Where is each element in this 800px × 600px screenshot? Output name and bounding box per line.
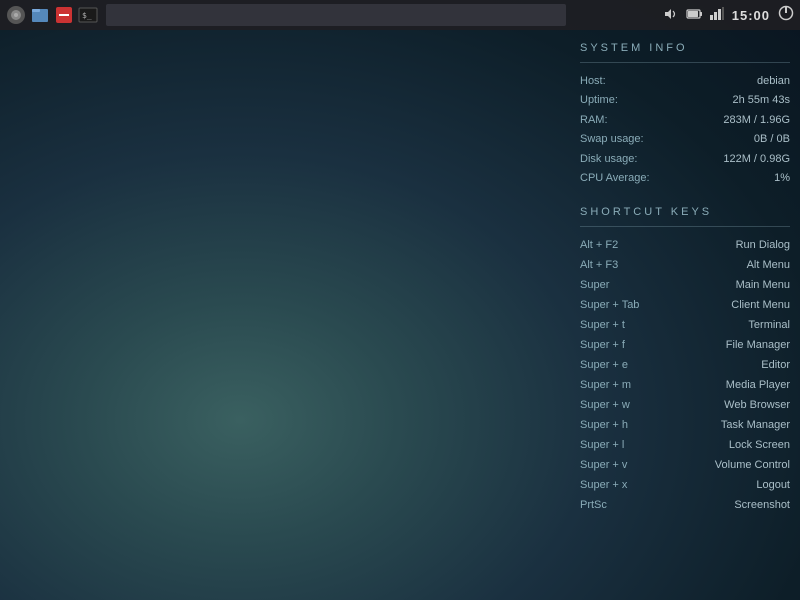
files-icon[interactable] (30, 5, 50, 25)
taskbar-left: $_ (6, 5, 98, 25)
shortcut-key: Super + l (580, 435, 673, 455)
shortcut-row: Alt + F3Alt Menu (580, 255, 790, 275)
shortcut-row: Super + hTask Manager (580, 415, 790, 435)
sysinfo-row: RAM:283M / 1.96G (580, 110, 790, 130)
volume-icon[interactable] (664, 7, 678, 24)
shortcut-action: Terminal (673, 315, 790, 335)
sysinfo-label: Disk usage: (580, 149, 687, 169)
sysinfo-row: Swap usage:0B / 0B (580, 130, 790, 150)
shortcut-action: Logout (673, 476, 790, 496)
sysinfo-title: SYSTEM INFO (580, 42, 790, 54)
app-icon[interactable] (54, 5, 74, 25)
shortcut-action: Web Browser (673, 395, 790, 415)
clock[interactable]: 15:00 (732, 8, 770, 23)
sysinfo-value: 1% (687, 169, 790, 189)
network-icon[interactable] (710, 7, 724, 24)
sysinfo-row: CPU Average:1% (580, 169, 790, 189)
shortcut-key: Super + f (580, 335, 673, 355)
power-button[interactable] (778, 5, 794, 26)
shortcut-row: Super + wWeb Browser (580, 395, 790, 415)
shortcut-action: Volume Control (673, 456, 790, 476)
shortcut-row: Super + vVolume Control (580, 456, 790, 476)
shortcut-key: Super + w (580, 395, 673, 415)
shortcut-key: Alt + F2 (580, 235, 673, 255)
shortcut-action: Screenshot (673, 496, 790, 516)
shortcut-action: Main Menu (673, 275, 790, 295)
sysinfo-value: debian (687, 71, 790, 91)
shortcut-row: Super + mMedia Player (580, 375, 790, 395)
shortcut-key: Super + h (580, 415, 673, 435)
svg-text:$_: $_ (82, 11, 92, 20)
shortcut-row: PrtScScreenshot (580, 496, 790, 516)
shortcut-row: Super + lLock Screen (580, 435, 790, 455)
shortcut-action: Task Manager (673, 415, 790, 435)
shortcut-key: Super + x (580, 476, 673, 496)
shortcut-key: Alt + F3 (580, 255, 673, 275)
sysinfo-row: Uptime:2h 55m 43s (580, 91, 790, 111)
sysinfo-value: 2h 55m 43s (687, 91, 790, 111)
shortcuts-title: SHORTCUT KEYS (580, 206, 790, 218)
shortcut-action: File Manager (673, 335, 790, 355)
taskbar-window-title[interactable] (106, 4, 566, 26)
shortcut-action: Run Dialog (673, 235, 790, 255)
shortcut-row: SuperMain Menu (580, 275, 790, 295)
shortcut-key: PrtSc (580, 496, 673, 516)
sysinfo-table: Host:debianUptime:2h 55m 43sRAM:283M / 1… (580, 71, 790, 188)
shortcut-row: Super + xLogout (580, 476, 790, 496)
sysinfo-row: Host:debian (580, 71, 790, 91)
sysinfo-value: 283M / 1.96G (687, 110, 790, 130)
shortcut-key: Super + Tab (580, 295, 673, 315)
shortcut-row: Super + eEditor (580, 355, 790, 375)
shortcut-action: Client Menu (673, 295, 790, 315)
sysinfo-label: RAM: (580, 110, 687, 130)
shortcut-action: Alt Menu (673, 255, 790, 275)
shortcut-action: Editor (673, 355, 790, 375)
shortcut-key: Super + e (580, 355, 673, 375)
battery-icon[interactable] (686, 7, 702, 24)
sysinfo-label: Uptime: (580, 91, 687, 111)
shortcut-key: Super + t (580, 315, 673, 335)
sysinfo-label: CPU Average: (580, 169, 687, 189)
sysinfo-panel: SYSTEM INFO Host:debianUptime:2h 55m 43s… (580, 42, 790, 516)
sysinfo-value: 0B / 0B (687, 130, 790, 150)
shortcut-key: Super + v (580, 456, 673, 476)
shortcut-action: Media Player (673, 375, 790, 395)
shortcut-action: Lock Screen (673, 435, 790, 455)
terminal-icon[interactable]: $_ (78, 5, 98, 25)
sysinfo-label: Host: (580, 71, 687, 91)
taskbar-right: 15:00 (664, 5, 794, 26)
sysinfo-value: 122M / 0.98G (687, 149, 790, 169)
shortcut-row: Super + fFile Manager (580, 335, 790, 355)
shortcut-row: Alt + F2Run Dialog (580, 235, 790, 255)
shortcut-row: Super + TabClient Menu (580, 295, 790, 315)
shortcut-row: Super + tTerminal (580, 315, 790, 335)
taskbar: $_ (0, 0, 800, 30)
shortcuts-table: Alt + F2Run DialogAlt + F3Alt MenuSuperM… (580, 235, 790, 516)
sysinfo-row: Disk usage:122M / 0.98G (580, 149, 790, 169)
sysinfo-label: Swap usage: (580, 130, 687, 150)
shortcut-key: Super + m (580, 375, 673, 395)
sysinfo-divider (580, 62, 790, 63)
shortcut-key: Super (580, 275, 673, 295)
shortcuts-divider (580, 226, 790, 227)
menu-icon[interactable] (6, 5, 26, 25)
